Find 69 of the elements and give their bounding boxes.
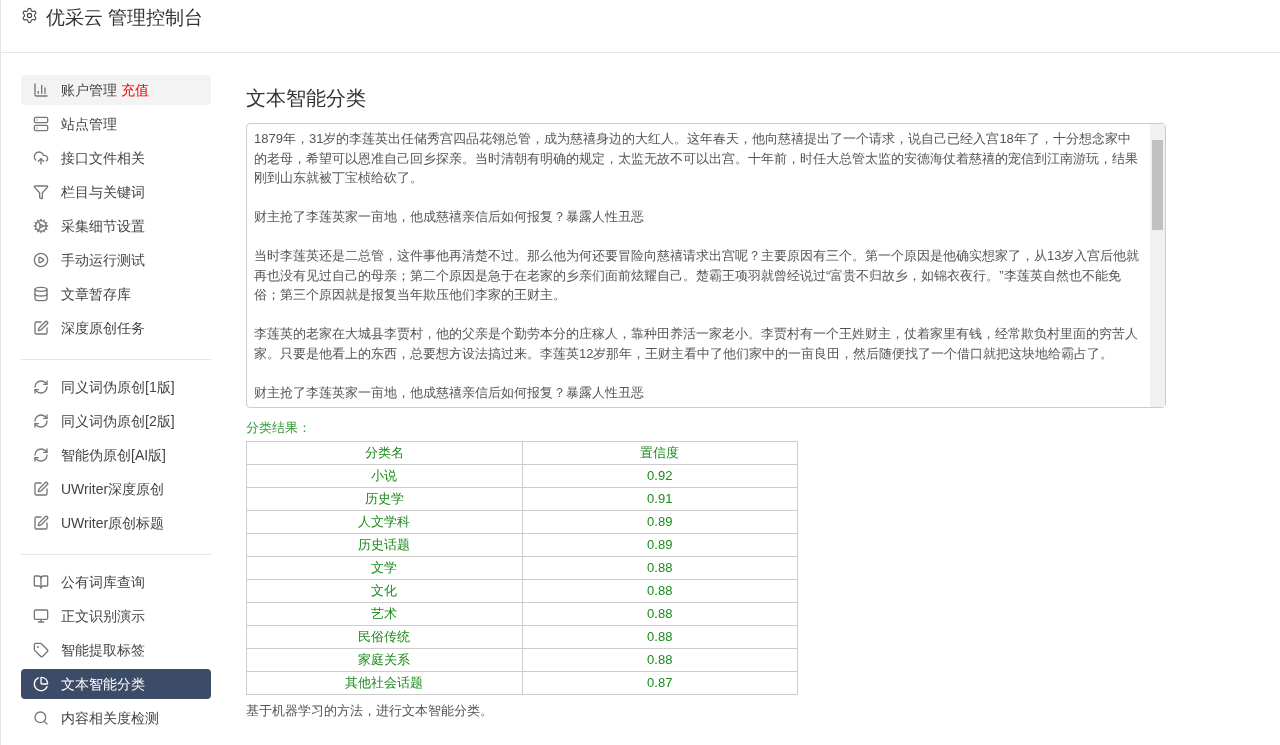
- sidebar-item[interactable]: 文本智能分类: [21, 669, 211, 699]
- table-cell: 家庭关系: [246, 648, 522, 671]
- table-cell: 历史话题: [246, 533, 522, 556]
- table-cell: 艺术: [246, 602, 522, 625]
- sidebar-item[interactable]: 同义词伪原创[2版]: [21, 406, 211, 436]
- table-cell: 民俗传统: [246, 625, 522, 648]
- paragraph: 财主抢了李莲英家一亩地，他成慈禧亲信后如何报复？暴露人性丑恶: [254, 208, 645, 226]
- table-cell: 0.89: [522, 533, 798, 556]
- bar-chart-icon: [33, 82, 49, 98]
- table-cell: 0.88: [522, 556, 798, 579]
- sidebar-item[interactable]: UWriter原创标题: [21, 508, 211, 538]
- sidebar-item[interactable]: 公有词库查询: [21, 567, 211, 597]
- sidebar-item[interactable]: 采集细节设置: [21, 211, 211, 241]
- sidebar-item[interactable]: UWriter深度原创: [21, 474, 211, 504]
- sidebar-item[interactable]: 栏目与关键词: [21, 177, 211, 207]
- pie-chart-icon: [33, 676, 49, 692]
- sidebar-item[interactable]: 手动运行测试: [21, 245, 211, 275]
- server-icon: [33, 116, 49, 132]
- refresh-icon: [33, 379, 49, 395]
- column-header: 分类名: [246, 441, 522, 464]
- result-label: 分类结果：: [246, 419, 312, 437]
- edit-icon: [33, 320, 49, 336]
- paragraph: 李莲英的老家在大城县李贾村，他的父亲是个勤劳本分的庄稼人，靠种田养活一家老小。李贾村有一个王姓财主，仗着家里有钱，经常欺负村里面的穷苦人家。只要是他看上的东西，总要想方设法搞过来。李莲英12岁那年，王财主看中了他们家中的一亩良田，然后随便找了一个借口就把这块地给霸占了。: [254, 325, 1139, 363]
- cloud-upload-icon: [33, 150, 49, 166]
- sidebar-item[interactable]: 正文识别演示: [21, 601, 211, 631]
- edit-icon: [33, 515, 49, 531]
- paragraph: 1879年，31岁的李莲英出任储秀宫四品花翎总管，成为慈禧身边的大红人。这年春天，他向慈禧提出了一个请求，说自己已经入宫18年了，十分想念家中的老母，希望可以恩准自己回乡探亲。当时清朝有明确的规定，太监无故不可以出宫。十年前，时任大总管太监的安德海仗着慈禧的宠信到江南游玩，结果刚到山东就被丁宝桢给砍了。: [254, 130, 1139, 187]
- page-title: 文本智能分类: [246, 86, 367, 111]
- table-cell: 0.88: [522, 602, 798, 625]
- sidebar-item[interactable]: 智能伪原创[AI版]: [21, 440, 211, 470]
- table-cell: 人文学科: [246, 510, 522, 533]
- sidebar-item[interactable]: 内容相关度检测: [21, 703, 211, 733]
- sidebar-item[interactable]: 站点管理: [21, 109, 211, 139]
- app-title: 优采云 管理控制台: [46, 6, 204, 30]
- column-header: 置信度: [522, 441, 798, 464]
- table-cell: 文学: [246, 556, 522, 579]
- tag-icon: [33, 642, 49, 658]
- sidebar-item[interactable]: 账户管理 充值: [21, 75, 211, 105]
- table-cell: 0.88: [522, 579, 798, 602]
- sidebar-item[interactable]: 深度原创任务: [21, 313, 211, 343]
- footnote: 基于机器学习的方法，进行文本智能分类。: [246, 701, 494, 720]
- sidebar-item[interactable]: 接口文件相关: [21, 143, 211, 173]
- table-cell: 小说: [246, 464, 522, 487]
- database-icon: [33, 286, 49, 302]
- sidebar-item[interactable]: 智能提取标签: [21, 635, 211, 665]
- edit-icon: [33, 481, 49, 497]
- filter-icon: [33, 184, 49, 200]
- monitor-icon: [33, 608, 49, 624]
- table-cell: 文化: [246, 579, 522, 602]
- table-cell: 其他社会话题: [246, 671, 522, 694]
- scrollbar[interactable]: [1150, 124, 1165, 407]
- paragraph: 财主抢了李莲英家一亩地，他成慈禧亲信后如何报复？暴露人性丑恶: [254, 383, 645, 402]
- settings-icon[interactable]: [21, 7, 38, 24]
- play-icon: [33, 252, 49, 268]
- sidebar-item[interactable]: 文章暂存库: [21, 279, 211, 309]
- paragraph: 当时李莲英还是二总管，这件事他再清楚不过。那么他为何还要冒险向慈禧请求出宫呢？主要原因有三个。第一个原因是他确实想家了，从13岁入宫后他就再也没有见过自己的母亲；第二个原因是急于在老家的乡亲们面前炫耀自己。楚霸王项羽就曾经说过“富贵不归故乡，如锦衣夜行。”李莲英自然也不能免俗；第三个原因就是报复当年欺压他们李家的王财主。: [254, 247, 1141, 304]
- search-icon: [33, 710, 49, 726]
- table-cell: 0.89: [522, 510, 798, 533]
- refresh-icon: [33, 447, 49, 463]
- refresh-icon: [33, 413, 49, 429]
- table-cell: 0.92: [522, 464, 798, 487]
- book-icon: [33, 574, 49, 590]
- text-area[interactable]: [246, 123, 1166, 408]
- sidebar-item[interactable]: 同义词伪原创[1版]: [21, 372, 211, 402]
- table-cell: 历史学: [246, 487, 522, 510]
- table-cell: 0.88: [522, 625, 798, 648]
- table-cell: 0.88: [522, 648, 798, 671]
- table-cell: 0.91: [522, 487, 798, 510]
- table-cell: 0.87: [522, 671, 798, 694]
